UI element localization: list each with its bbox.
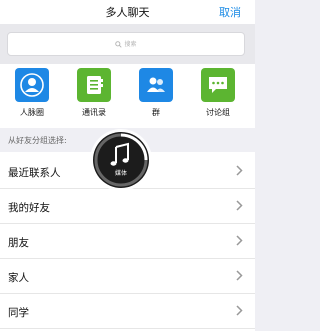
app-address-book[interactable]: 通讯录 (69, 68, 119, 118)
page-title: 多人聊天 (105, 6, 150, 19)
chevron-right-icon (236, 270, 243, 281)
cancel-button[interactable]: 取消 (219, 4, 241, 20)
address-book-icon (77, 68, 111, 102)
app-shortcuts: 人脉圈 通讯录 群 讨论组 (0, 64, 255, 128)
app-label: 人脉圈 (20, 108, 44, 117)
chevron-right-icon (236, 200, 243, 211)
app-contacts-circle[interactable]: 人脉圈 (7, 68, 57, 118)
app-label: 通讯录 (82, 108, 106, 117)
app-discussion[interactable]: 讨论组 (193, 68, 243, 118)
discussion-icon (201, 68, 235, 102)
app-label: 群 (152, 108, 160, 117)
section-header-label: 从好友分组选择: (8, 136, 67, 145)
list-item-label: 朋友 (8, 237, 29, 249)
group-icon (139, 68, 173, 102)
media-label: 媒体 (115, 169, 127, 177)
app-group[interactable]: 群 (131, 68, 181, 118)
contacts-circle-icon (15, 68, 49, 102)
list-item-classmates[interactable]: 同学 (0, 294, 255, 329)
app-label: 讨论组 (206, 108, 230, 117)
search-area: 搜索 (0, 24, 255, 64)
chevron-right-icon (236, 305, 243, 316)
search-input[interactable]: 搜索 (7, 32, 245, 56)
chevron-right-icon (236, 235, 243, 246)
chevron-right-icon (236, 165, 243, 176)
search-placeholder: 搜索 (124, 41, 137, 48)
header-bar: 多人聊天 取消 (0, 0, 255, 24)
list-item-friends[interactable]: 朋友 (0, 224, 255, 259)
media-overlay-button[interactable]: 媒体 (88, 127, 154, 193)
list-item-label: 同学 (8, 307, 29, 319)
list-item-label: 我的好友 (8, 202, 50, 214)
list-item-my-friends[interactable]: 我的好友 (0, 189, 255, 224)
list-item-family[interactable]: 家人 (0, 259, 255, 294)
list-item-label: 最近联系人 (8, 167, 61, 179)
search-icon (115, 41, 123, 48)
list-item-label: 家人 (8, 272, 29, 284)
